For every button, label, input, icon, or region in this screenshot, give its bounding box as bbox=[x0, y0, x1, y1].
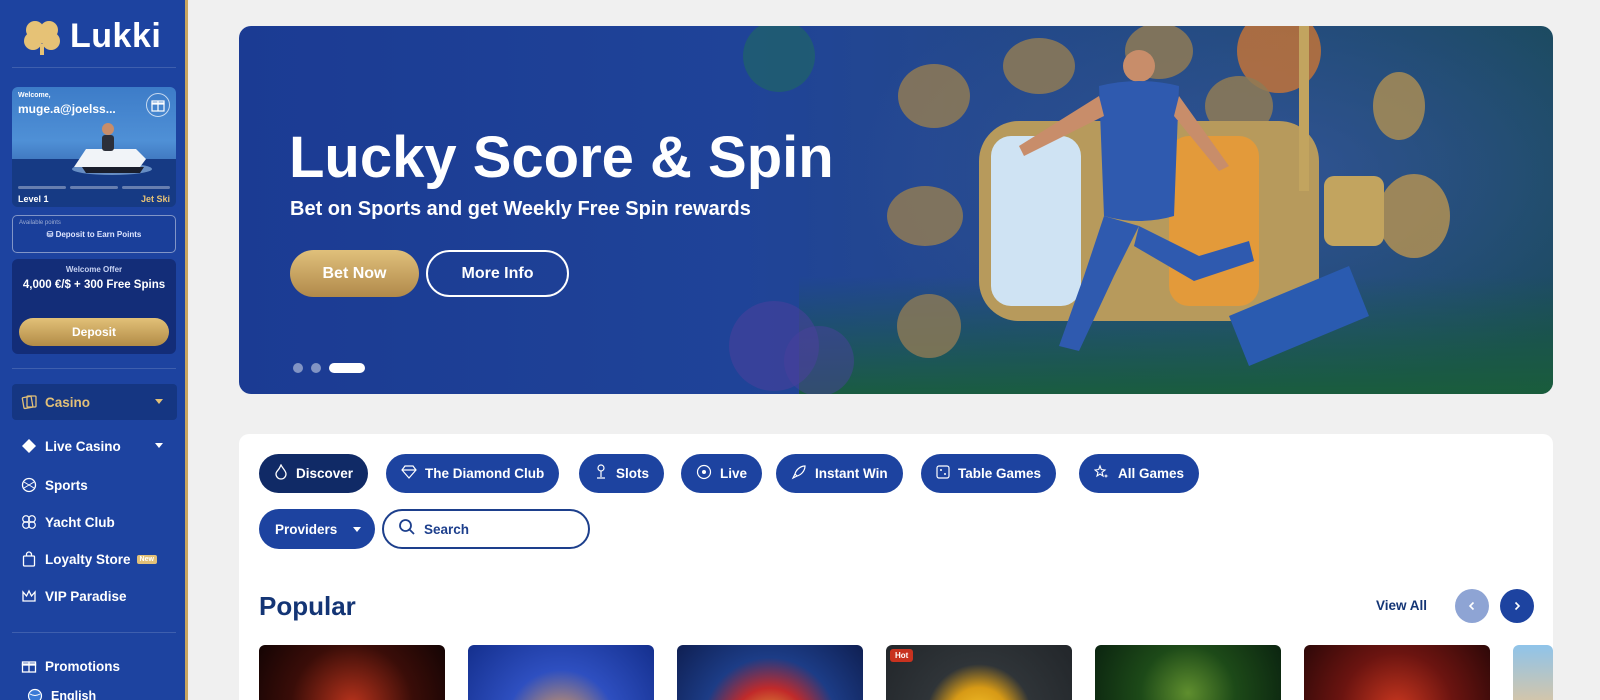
profile-card[interactable]: Welcome, muge.a@joelss... Level 1 Jet Sk… bbox=[12, 87, 176, 207]
hero-banner[interactable]: Lucky Score & Spin Bet on Sports and get… bbox=[239, 26, 1553, 394]
offer-title: Welcome Offer bbox=[65, 265, 123, 274]
nav-loyalty-store[interactable]: Loyalty Store New bbox=[12, 541, 177, 577]
nav-casino[interactable]: Casino bbox=[12, 384, 177, 420]
new-badge: New bbox=[136, 554, 157, 564]
chevron-down-icon bbox=[155, 399, 163, 404]
ball-icon bbox=[20, 476, 38, 494]
game-card[interactable] bbox=[677, 645, 863, 700]
points-cta: ⛁ Deposit to Earn Points bbox=[46, 230, 142, 239]
diamond-icon bbox=[401, 465, 417, 482]
nav-vip-paradise[interactable]: VIP Paradise bbox=[12, 578, 177, 614]
nav-label: Casino bbox=[45, 394, 91, 410]
more-info-button[interactable]: More Info bbox=[426, 250, 569, 297]
game-card[interactable]: Hot bbox=[886, 645, 1072, 700]
deposit-button[interactable]: Deposit bbox=[19, 318, 169, 346]
divider bbox=[12, 632, 176, 633]
providers-label: Providers bbox=[275, 521, 338, 537]
tab-label: All Games bbox=[1118, 466, 1185, 481]
tab-instant-win[interactable]: Instant Win bbox=[776, 454, 903, 493]
carousel-dot[interactable] bbox=[311, 363, 321, 373]
tab-slots[interactable]: Slots bbox=[579, 454, 665, 493]
nav-live-casino[interactable]: Live Casino bbox=[12, 428, 177, 464]
tab-label: Slots bbox=[616, 466, 650, 481]
stars-icon bbox=[1093, 464, 1110, 483]
tab-live[interactable]: Live bbox=[681, 454, 763, 493]
points-label: Available points bbox=[19, 220, 61, 226]
chevron-left-icon bbox=[1468, 601, 1475, 611]
sidebar: Lukki Welcome, muge.a@joelss... Level 1 … bbox=[0, 0, 188, 700]
tab-table-games[interactable]: Table Games bbox=[921, 454, 1057, 493]
game-card[interactable] bbox=[1095, 645, 1281, 700]
welcome-offer: Welcome Offer 4,000 €/$ + 300 Free Spins… bbox=[12, 259, 176, 354]
chevron-down-icon bbox=[353, 527, 361, 532]
offer-text: 4,000 €/$ + 300 Free Spins bbox=[22, 279, 166, 291]
carousel-next-button[interactable] bbox=[1500, 589, 1534, 623]
language-selector[interactable]: English bbox=[12, 678, 177, 700]
nav-label: Sports bbox=[45, 477, 88, 493]
tab-discover[interactable]: Discover bbox=[259, 454, 369, 493]
games-panel: Discover The Diamond Club Slots Live Ins… bbox=[239, 434, 1553, 700]
welcome-label: Welcome, bbox=[18, 92, 51, 99]
carousel-dots bbox=[293, 363, 365, 373]
clover-logo-icon bbox=[24, 21, 60, 55]
clover-icon bbox=[20, 513, 38, 531]
gift-icon bbox=[20, 657, 38, 675]
tab-label: Discover bbox=[296, 466, 354, 481]
tab-diamond-club[interactable]: The Diamond Club bbox=[386, 454, 560, 493]
search-box[interactable] bbox=[382, 509, 590, 549]
hot-badge: Hot bbox=[890, 649, 914, 662]
language-label: English bbox=[51, 689, 97, 700]
game-card[interactable] bbox=[1513, 645, 1553, 700]
carousel-dot[interactable] bbox=[293, 363, 303, 373]
nav-label: Promotions bbox=[45, 658, 121, 674]
bag-icon bbox=[20, 550, 38, 568]
search-icon bbox=[398, 518, 416, 541]
bet-now-button[interactable]: Bet Now bbox=[290, 250, 419, 297]
nav-label: Loyalty Store bbox=[45, 551, 131, 567]
next-level-label: Jet Ski bbox=[140, 194, 170, 204]
divider bbox=[12, 67, 176, 68]
live-icon bbox=[696, 464, 712, 483]
section-title: Popular bbox=[259, 591, 356, 621]
nav-yacht-club[interactable]: Yacht Club bbox=[12, 504, 177, 540]
joystick-icon bbox=[594, 464, 608, 483]
chevron-down-icon bbox=[155, 443, 163, 448]
tab-label: Table Games bbox=[958, 466, 1042, 481]
points-box[interactable]: Available points ⛁ Deposit to Earn Point… bbox=[12, 215, 176, 253]
hero-subtitle: Bet on Sports and get Weekly Free Spin r… bbox=[290, 198, 751, 220]
nav-label: Yacht Club bbox=[45, 514, 115, 530]
tab-label: Live bbox=[720, 466, 748, 481]
view-all-link[interactable]: View All bbox=[1376, 598, 1427, 613]
rocket-icon bbox=[791, 464, 807, 483]
nav-label: VIP Paradise bbox=[45, 588, 127, 604]
level-progress bbox=[18, 186, 170, 189]
carousel-dot-active[interactable] bbox=[329, 363, 365, 373]
crown-icon bbox=[20, 587, 38, 605]
nav-label: Live Casino bbox=[45, 438, 121, 454]
hero-title: Lucky Score & Spin bbox=[289, 125, 834, 190]
search-input[interactable] bbox=[424, 521, 574, 537]
carousel-prev-button[interactable] bbox=[1455, 589, 1489, 623]
chevron-right-icon bbox=[1514, 601, 1521, 611]
nav-sports[interactable]: Sports bbox=[12, 467, 177, 503]
globe-icon bbox=[26, 687, 44, 700]
gift-icon[interactable] bbox=[146, 93, 170, 117]
diamond-icon bbox=[20, 437, 38, 455]
game-card[interactable] bbox=[259, 645, 445, 700]
game-card[interactable] bbox=[1304, 645, 1490, 700]
providers-dropdown[interactable]: Providers bbox=[259, 509, 375, 549]
flame-icon bbox=[274, 463, 288, 483]
coins-icon: ⛁ bbox=[46, 230, 56, 239]
logo-text: Lukki bbox=[70, 16, 162, 55]
tab-label: Instant Win bbox=[815, 466, 888, 481]
tab-all-games[interactable]: All Games bbox=[1079, 454, 1200, 493]
logo[interactable]: Lukki bbox=[20, 16, 161, 56]
user-email: muge.a@joelss... bbox=[18, 102, 116, 116]
cards-icon bbox=[20, 393, 38, 411]
game-card[interactable] bbox=[468, 645, 654, 700]
tab-label: The Diamond Club bbox=[425, 466, 545, 481]
divider bbox=[12, 368, 176, 369]
dice-icon bbox=[936, 465, 950, 482]
level-label: Level 1 bbox=[18, 194, 49, 204]
